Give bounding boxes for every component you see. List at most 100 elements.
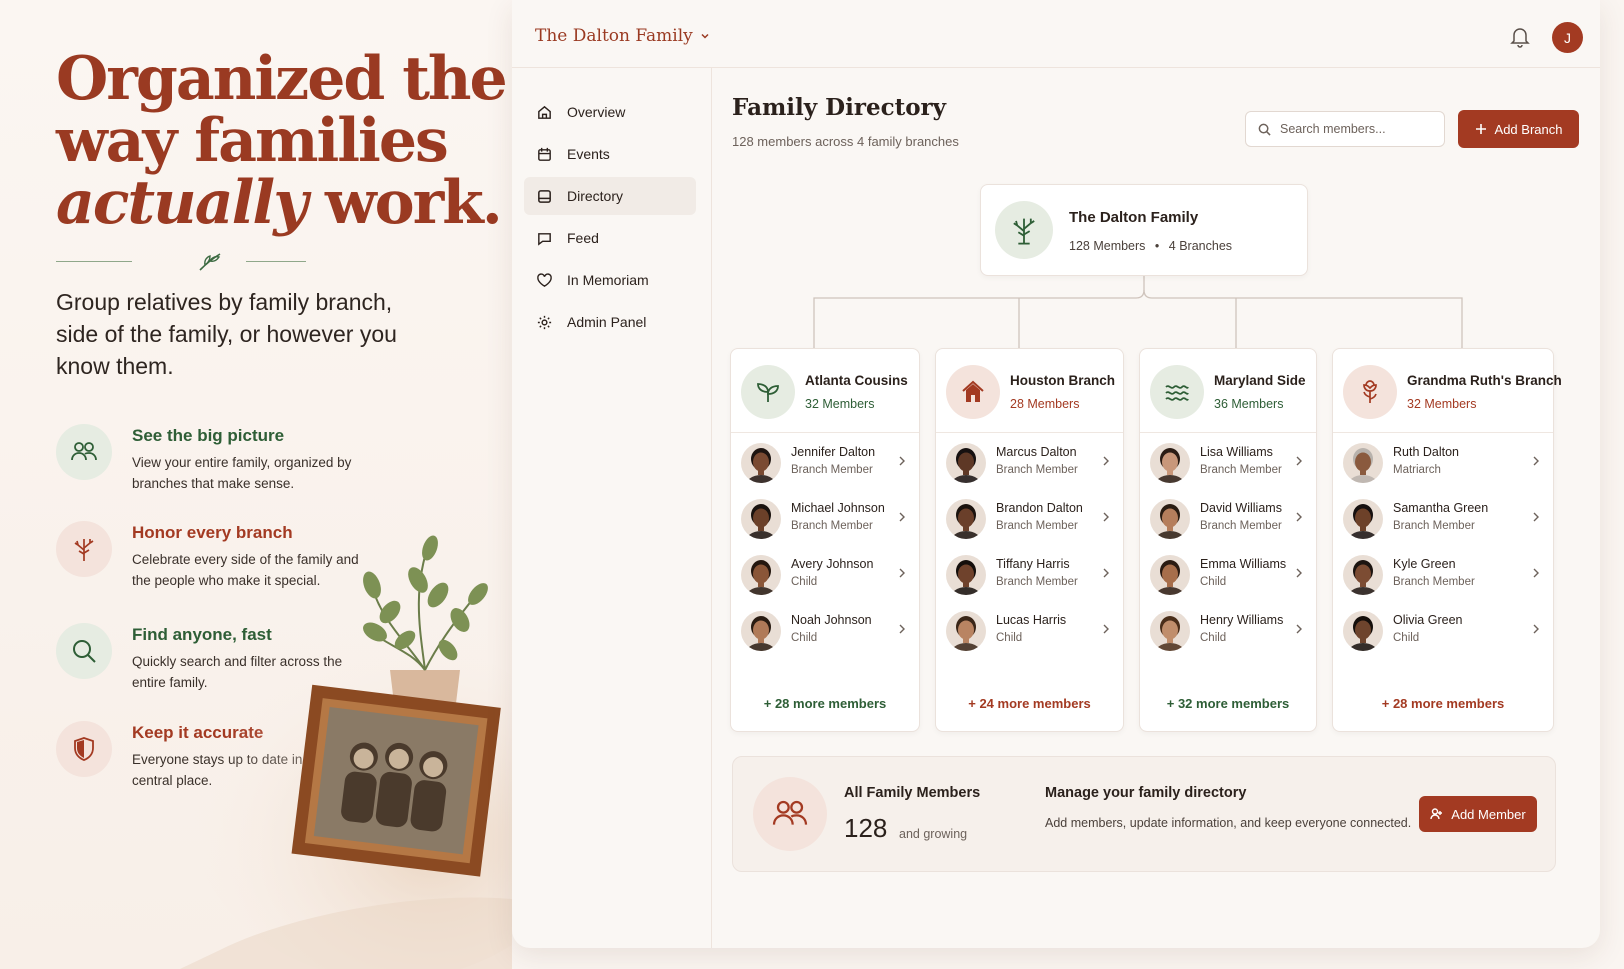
chevron-right-icon	[899, 512, 905, 522]
bell-icon[interactable]	[1510, 26, 1530, 48]
member-name: Emma Williams	[1200, 557, 1287, 571]
top-bar: The Dalton Family J	[512, 0, 1600, 68]
member-row[interactable]: Noah Johnson Child	[731, 603, 919, 659]
member-avatar	[946, 499, 986, 539]
add-member-label: Add Member	[1451, 806, 1526, 822]
nav-item-feed[interactable]: Feed	[524, 219, 696, 257]
branch-card-atlanta-cousins: Atlanta Cousins 32 Members Jennifer Dalton…	[730, 348, 920, 732]
member-row[interactable]: David Williams Branch Member	[1140, 491, 1316, 547]
member-name: Samantha Green	[1393, 501, 1489, 515]
add-member-button[interactable]: Add Member	[1419, 796, 1537, 832]
branch-card-maryland-side: Maryland Side 36 Members Lisa Williams Bran…	[1139, 348, 1317, 732]
home-icon	[538, 105, 551, 119]
branch-member-count: 32 Members	[805, 397, 875, 411]
leaf-divider	[56, 250, 306, 274]
member-name: Brandon Dalton	[996, 501, 1083, 515]
user-avatar[interactable]: J	[1552, 22, 1583, 53]
flower-icon	[1343, 365, 1397, 419]
headline-line-2: way families	[56, 106, 449, 176]
branch-header[interactable]: Maryland Side 36 Members	[1140, 349, 1316, 433]
member-avatar	[741, 611, 781, 651]
nav-item-directory[interactable]: Directory	[524, 177, 696, 215]
member-row[interactable]: Henry Williams Child	[1140, 603, 1316, 659]
member-role: Branch Member	[1200, 464, 1282, 476]
branch-header[interactable]: Houston Branch 28 Members	[936, 349, 1123, 433]
headline-line-1: Organized the	[56, 44, 508, 114]
branch-member-count: 32 Members	[1407, 397, 1477, 411]
family-switcher-label: The Dalton Family	[535, 26, 693, 46]
member-avatar	[946, 555, 986, 595]
page-title: Family Directory	[732, 94, 947, 121]
member-avatar	[1343, 443, 1383, 483]
plus-icon	[1475, 124, 1486, 134]
member-role: Branch Member	[791, 464, 873, 476]
chevron-right-icon	[899, 568, 905, 578]
plant-and-photo-frame-illustration	[180, 535, 512, 969]
nav-label: Directory	[567, 188, 624, 204]
member-name: Avery Johnson	[791, 557, 874, 571]
headline-emphasis: actually	[56, 168, 308, 238]
member-row[interactable]: Jennifer Dalton Branch Member	[731, 435, 919, 491]
member-role: Branch Member	[996, 520, 1078, 532]
root-family-name: The Dalton Family	[1069, 209, 1199, 226]
calendar-icon	[538, 147, 551, 161]
nav-item-admin-panel[interactable]: Admin Panel	[524, 303, 696, 341]
branch-header[interactable]: Grandma Ruth's Branch 32 Members	[1333, 349, 1562, 433]
add-branch-button[interactable]: Add Branch	[1458, 110, 1579, 148]
add-user-icon	[1430, 808, 1443, 820]
member-name: Kyle Green	[1393, 557, 1456, 571]
more-members-link[interactable]: + 24 more members	[936, 696, 1123, 711]
member-row[interactable]: Samantha Green Branch Member	[1333, 491, 1553, 547]
feature-title: See the big picture	[132, 426, 285, 445]
member-name: Lisa Williams	[1200, 445, 1273, 459]
member-row[interactable]: Ruth Dalton Matriarch	[1333, 435, 1553, 491]
gear-icon	[537, 315, 552, 329]
member-row[interactable]: Brandon Dalton Branch Member	[936, 491, 1123, 547]
headline: Organized the way families actually work…	[56, 44, 508, 234]
summary-label: All Family Members	[844, 785, 981, 801]
nav-item-events[interactable]: Events	[524, 135, 696, 173]
member-row[interactable]: Olivia Green Child	[1333, 603, 1553, 659]
chevron-right-icon	[1533, 456, 1539, 466]
root-member-count: 128 Members	[1069, 239, 1146, 253]
member-row[interactable]: Lucas Harris Child	[936, 603, 1123, 659]
nav-item-in-memoriam[interactable]: In Memoriam	[524, 261, 696, 299]
search-input[interactable]: Search members...	[1245, 111, 1445, 147]
member-avatar	[946, 611, 986, 651]
member-row[interactable]: Tiffany Harris Branch Member	[936, 547, 1123, 603]
manage-title: Manage your family directory	[1045, 785, 1247, 801]
family-switcher[interactable]: The Dalton Family	[535, 26, 711, 46]
member-name: Henry Williams	[1200, 613, 1284, 627]
nav-label: Events	[567, 146, 610, 162]
heart-icon	[537, 272, 552, 287]
member-row[interactable]: Emma Williams Child	[1140, 547, 1316, 603]
marketing-panel: Organized the way families actually work…	[0, 0, 512, 969]
directory-icon	[538, 189, 551, 203]
nav-item-overview[interactable]: Overview	[524, 93, 696, 131]
chevron-down-icon	[701, 33, 709, 39]
branch-member-count: 28 Members	[1010, 397, 1080, 411]
headline-end: work.	[306, 168, 503, 238]
chevron-right-icon	[1296, 624, 1302, 634]
branch-header[interactable]: Atlanta Cousins 32 Members	[731, 349, 919, 433]
headline-line-3: actually work.	[56, 172, 506, 234]
more-members-link[interactable]: + 28 more members	[1333, 696, 1553, 711]
member-row[interactable]: Avery Johnson Child	[731, 547, 919, 603]
more-members-link[interactable]: + 28 more members	[731, 696, 919, 711]
member-row[interactable]: Kyle Green Branch Member	[1333, 547, 1553, 603]
member-role: Child	[791, 576, 818, 588]
member-avatar	[1150, 611, 1190, 651]
sprout-icon	[741, 365, 795, 419]
chevron-right-icon	[1103, 512, 1109, 522]
member-row[interactable]: Lisa Williams Branch Member	[1140, 435, 1316, 491]
tree-icon	[995, 201, 1053, 259]
member-row[interactable]: Michael Johnson Branch Member	[731, 491, 919, 547]
member-name: Ruth Dalton	[1393, 445, 1460, 459]
member-row[interactable]: Marcus Dalton Branch Member	[936, 435, 1123, 491]
chevron-right-icon	[1296, 456, 1302, 466]
more-members-link[interactable]: + 32 more members	[1140, 696, 1316, 711]
root-family-card[interactable]: The Dalton Family 128 Members • 4 Branch…	[980, 184, 1308, 276]
branch-name: Maryland Side	[1214, 373, 1306, 388]
feature-desc: View your entire family, organized by br…	[132, 455, 352, 491]
page-subtitle: 128 members across 4 family branches	[732, 134, 959, 149]
